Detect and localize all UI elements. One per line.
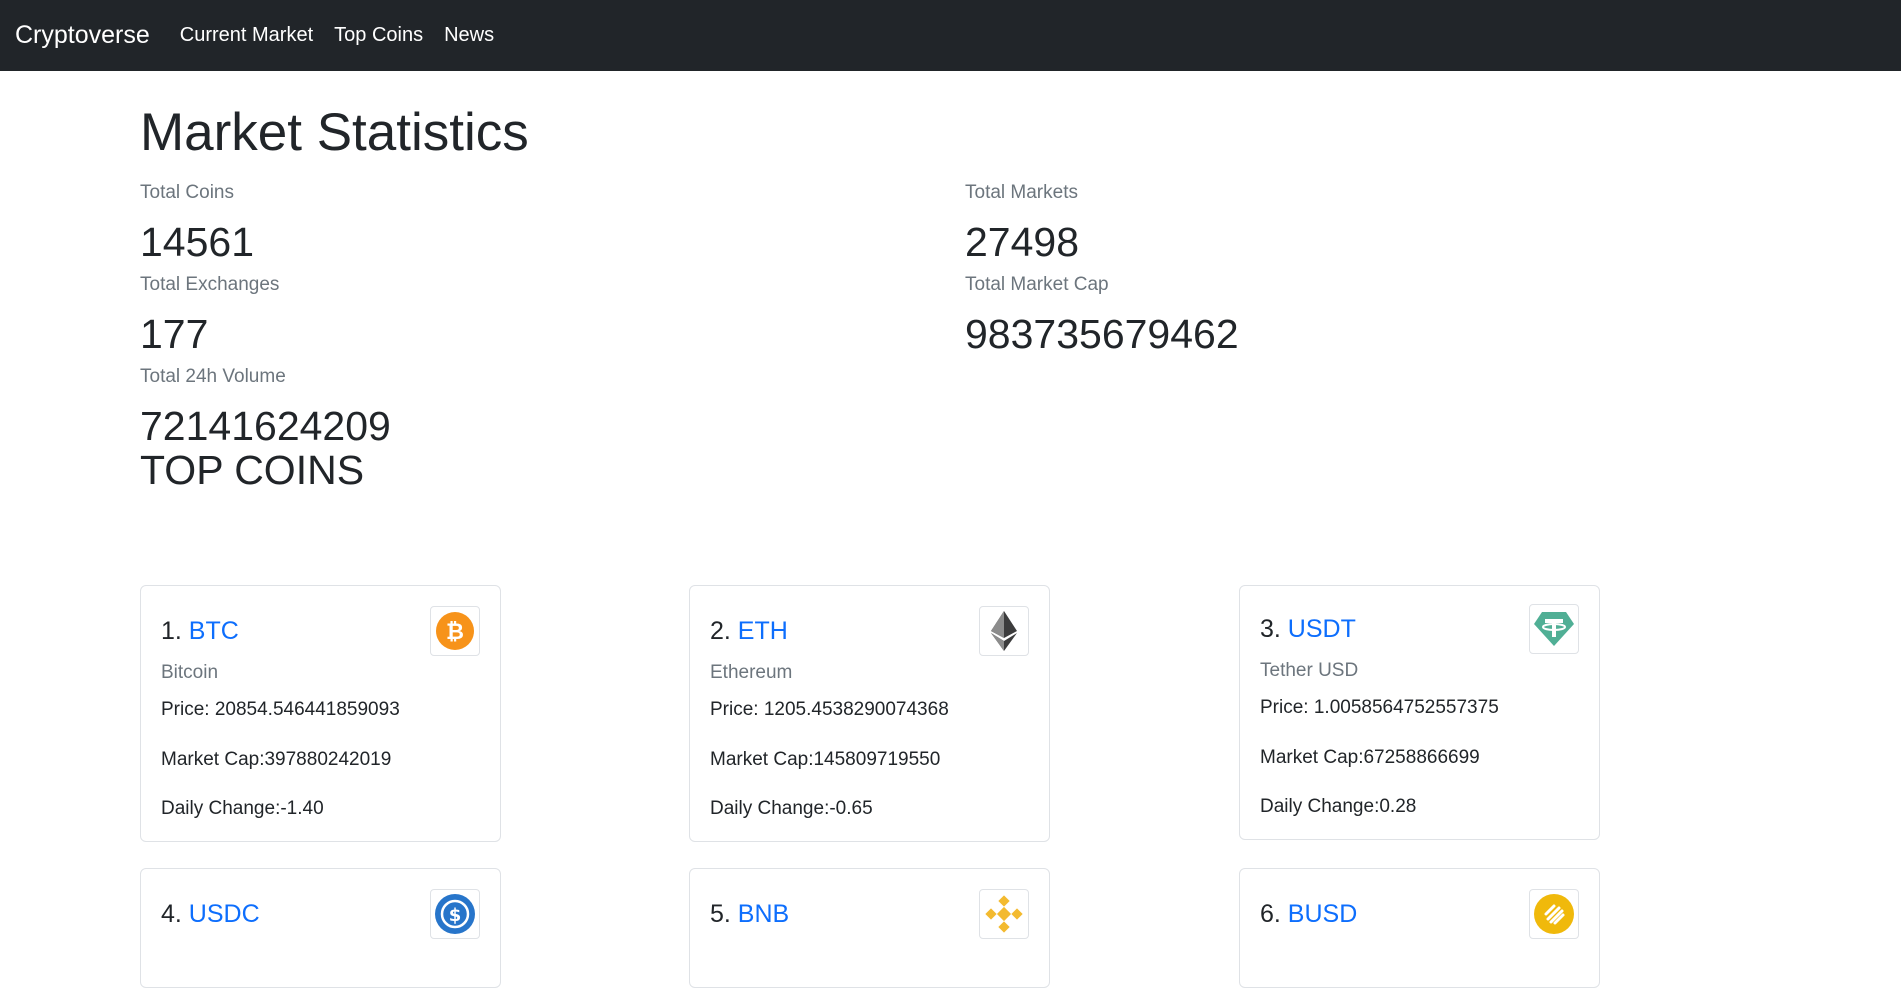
- coin-title: 6. BUSD: [1260, 899, 1357, 929]
- coin-rank: 1.: [161, 617, 189, 645]
- bnb-icon: [979, 889, 1029, 939]
- coin-title: 5. BNB: [710, 899, 789, 929]
- stat-value: 27498: [965, 218, 1080, 265]
- coin-card-usdt[interactable]: 3. USDT Tether USD Price: 1.005856475255…: [1239, 585, 1600, 841]
- coin-daily-change: Daily Change:-0.65: [710, 798, 873, 820]
- nav-link-current-market[interactable]: Current Market: [180, 24, 313, 47]
- coin-symbol-link[interactable]: USDT: [1288, 615, 1356, 643]
- coin-market-cap: Market Cap:397880242019: [161, 748, 392, 770]
- coin-symbol-link[interactable]: USDC: [189, 900, 260, 928]
- coin-card-bnb[interactable]: 5. BNB: [689, 868, 1050, 988]
- stat-label: Total Exchanges: [140, 274, 280, 295]
- stat-value: 177: [140, 310, 209, 357]
- nav-link-top-coins[interactable]: Top Coins: [334, 24, 423, 47]
- coin-daily-change: Daily Change:0.28: [1260, 796, 1417, 818]
- ethereum-icon: [979, 606, 1029, 656]
- stat-label: Total Coins: [140, 182, 234, 203]
- stat-label: Total Market Cap: [965, 274, 1109, 295]
- stat-total-exchanges: Total Exchanges 177: [140, 274, 840, 359]
- tether-icon: [1529, 604, 1579, 654]
- coin-price: Price: 1205.4538290074368: [710, 698, 949, 720]
- coin-title: 3. USDT: [1260, 614, 1356, 644]
- coin-title: 4. USDC: [161, 899, 260, 929]
- coin-market-cap: Market Cap:145809719550: [710, 748, 941, 770]
- coin-card-usdc[interactable]: 4. USDC $: [140, 868, 501, 988]
- page-title: Market Statistics: [140, 103, 529, 162]
- svg-text:₿: ₿: [446, 620, 464, 645]
- stat-value: 72141624209: [140, 402, 391, 449]
- busd-icon: [1529, 889, 1579, 939]
- coin-rank: 5.: [710, 900, 738, 928]
- coin-rank: 6.: [1260, 900, 1288, 928]
- coin-symbol-link[interactable]: BNB: [738, 900, 789, 928]
- stat-total-coins: Total Coins 14561: [140, 182, 840, 267]
- coin-rank: 3.: [1260, 615, 1288, 643]
- top-coins-heading: TOP COINS: [140, 447, 365, 493]
- svg-text:$: $: [449, 905, 462, 926]
- nav-link-news[interactable]: News: [444, 24, 494, 47]
- stat-total-market-cap: Total Market Cap 983735679462: [965, 274, 1665, 359]
- usdc-icon: $: [430, 889, 480, 939]
- top-navbar: Cryptoverse Current Market Top Coins New…: [0, 0, 1901, 71]
- coin-symbol-link[interactable]: BUSD: [1288, 900, 1357, 928]
- coin-symbol-link[interactable]: BTC: [189, 617, 239, 645]
- coin-card-eth[interactable]: 2. ETH Ethereum Price: 1205.453829007436…: [689, 585, 1050, 843]
- coin-card-busd[interactable]: 6. BUSD: [1239, 868, 1600, 988]
- coin-title: 2. ETH: [710, 616, 788, 646]
- bitcoin-icon: ₿: [430, 606, 480, 656]
- coin-name: Bitcoin: [161, 662, 219, 683]
- coin-title: 1. BTC: [161, 616, 239, 646]
- coin-price: Price: 1.0058564752557375: [1260, 696, 1499, 718]
- coin-price: Price: 20854.546441859093: [161, 698, 400, 720]
- coin-card-btc[interactable]: 1. BTC ₿ Bitcoin Price: 20854.5464418590…: [140, 585, 501, 843]
- coin-daily-change: Daily Change:-1.40: [161, 798, 324, 820]
- stat-label: Total 24h Volume: [140, 366, 286, 387]
- stat-value: 983735679462: [965, 310, 1239, 357]
- coin-rank: 2.: [710, 617, 738, 645]
- stat-value: 14561: [140, 218, 255, 265]
- coin-market-cap: Market Cap:67258866699: [1260, 746, 1480, 768]
- coin-name: Ethereum: [710, 662, 793, 683]
- coin-rank: 4.: [161, 900, 189, 928]
- stat-label: Total Markets: [965, 182, 1078, 203]
- stat-total-markets: Total Markets 27498: [965, 182, 1665, 267]
- stat-total-24h-volume: Total 24h Volume 72141624209: [140, 366, 840, 451]
- coin-name: Tether USD: [1260, 660, 1359, 681]
- brand-logo-link[interactable]: Cryptoverse: [15, 21, 150, 50]
- coin-symbol-link[interactable]: ETH: [738, 617, 788, 645]
